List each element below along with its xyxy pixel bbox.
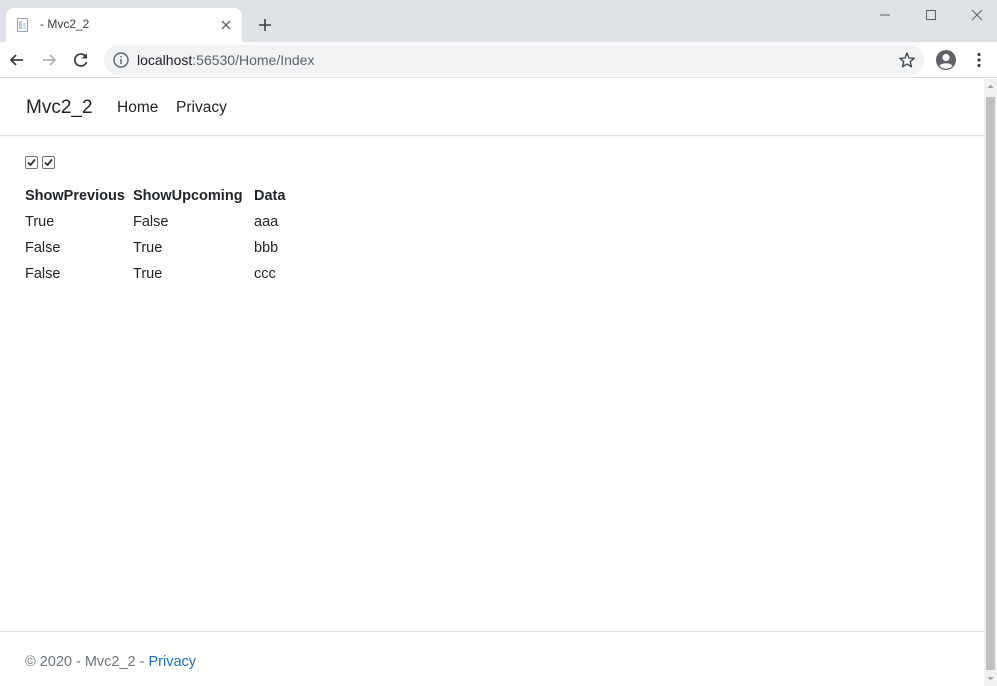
column-header-show-previous: ShowPrevious bbox=[25, 188, 125, 204]
column-header-data: Data bbox=[254, 188, 286, 204]
scroll-down-arrow-icon[interactable] bbox=[984, 672, 997, 686]
nav-link-privacy[interactable]: Privacy bbox=[176, 99, 227, 117]
column-header-show-upcoming: ShowUpcoming bbox=[133, 188, 243, 204]
show-upcoming-checkbox[interactable] bbox=[42, 156, 55, 169]
footer-privacy-link[interactable]: Privacy bbox=[149, 654, 197, 670]
menu-kebab-icon[interactable] bbox=[969, 50, 989, 70]
browser-tab[interactable]: - Mvc2_2 bbox=[6, 8, 242, 42]
cell-show-previous: False bbox=[25, 266, 61, 282]
tab-title: - Mvc2_2 bbox=[40, 17, 90, 31]
url-host: localhost bbox=[137, 52, 193, 68]
table-row: False True ccc bbox=[25, 261, 294, 287]
cell-show-upcoming: True bbox=[133, 240, 163, 256]
scrollbar-thumb[interactable] bbox=[986, 97, 995, 670]
forward-arrow-icon[interactable] bbox=[39, 50, 59, 70]
site-info-icon[interactable] bbox=[112, 51, 130, 69]
maximize-icon[interactable] bbox=[922, 6, 940, 24]
footer-text: © 2020 - Mvc2_2 - Privacy bbox=[25, 654, 196, 670]
url-path: :56530/Home/Index bbox=[192, 52, 315, 68]
minimize-icon[interactable] bbox=[876, 6, 894, 24]
table-row: False True bbb bbox=[25, 235, 294, 261]
browser-toolbar: localhost:56530/Home/Index bbox=[0, 42, 997, 78]
site-footer: © 2020 - Mvc2_2 - Privacy bbox=[0, 631, 984, 686]
url-text[interactable]: localhost:56530/Home/Index bbox=[137, 52, 314, 68]
copyright-text: © 2020 - Mvc2_2 - bbox=[25, 654, 149, 670]
cell-data: ccc bbox=[254, 266, 276, 282]
page-viewport: Mvc2_2 Home Privacy ShowPrevious ShowUpc… bbox=[0, 79, 984, 686]
bookmark-star-icon[interactable] bbox=[898, 51, 916, 69]
address-bar[interactable]: localhost:56530/Home/Index bbox=[104, 45, 924, 75]
cell-show-upcoming: False bbox=[133, 214, 169, 230]
show-previous-checkbox[interactable] bbox=[25, 156, 38, 169]
cell-data: aaa bbox=[254, 214, 279, 230]
table-header-row: ShowPrevious ShowUpcoming Data bbox=[25, 183, 294, 209]
cell-data: bbb bbox=[254, 240, 279, 256]
filter-checkboxes bbox=[25, 156, 294, 172]
site-navbar: Mvc2_2 Home Privacy bbox=[0, 79, 984, 136]
back-arrow-icon[interactable] bbox=[7, 50, 27, 70]
close-window-icon[interactable] bbox=[968, 6, 986, 24]
table-row: True False aaa bbox=[25, 209, 294, 235]
browser-tabstrip: - Mvc2_2 bbox=[0, 0, 997, 42]
site-brand[interactable]: Mvc2_2 bbox=[26, 97, 93, 119]
close-tab-icon[interactable] bbox=[218, 17, 234, 33]
data-table: ShowPrevious ShowUpcoming Data True Fals… bbox=[25, 183, 294, 287]
vertical-scrollbar[interactable] bbox=[984, 79, 997, 686]
new-tab-icon[interactable] bbox=[256, 16, 274, 34]
cell-show-previous: False bbox=[25, 240, 61, 256]
reload-icon[interactable] bbox=[71, 50, 91, 70]
cell-show-upcoming: True bbox=[133, 266, 163, 282]
cell-show-previous: True bbox=[25, 214, 55, 230]
page-icon bbox=[16, 18, 30, 32]
scroll-up-arrow-icon[interactable] bbox=[984, 79, 997, 93]
main-content: ShowPrevious ShowUpcoming Data True Fals… bbox=[25, 156, 294, 287]
nav-link-home[interactable]: Home bbox=[117, 99, 158, 117]
profile-avatar-icon[interactable] bbox=[935, 49, 957, 71]
